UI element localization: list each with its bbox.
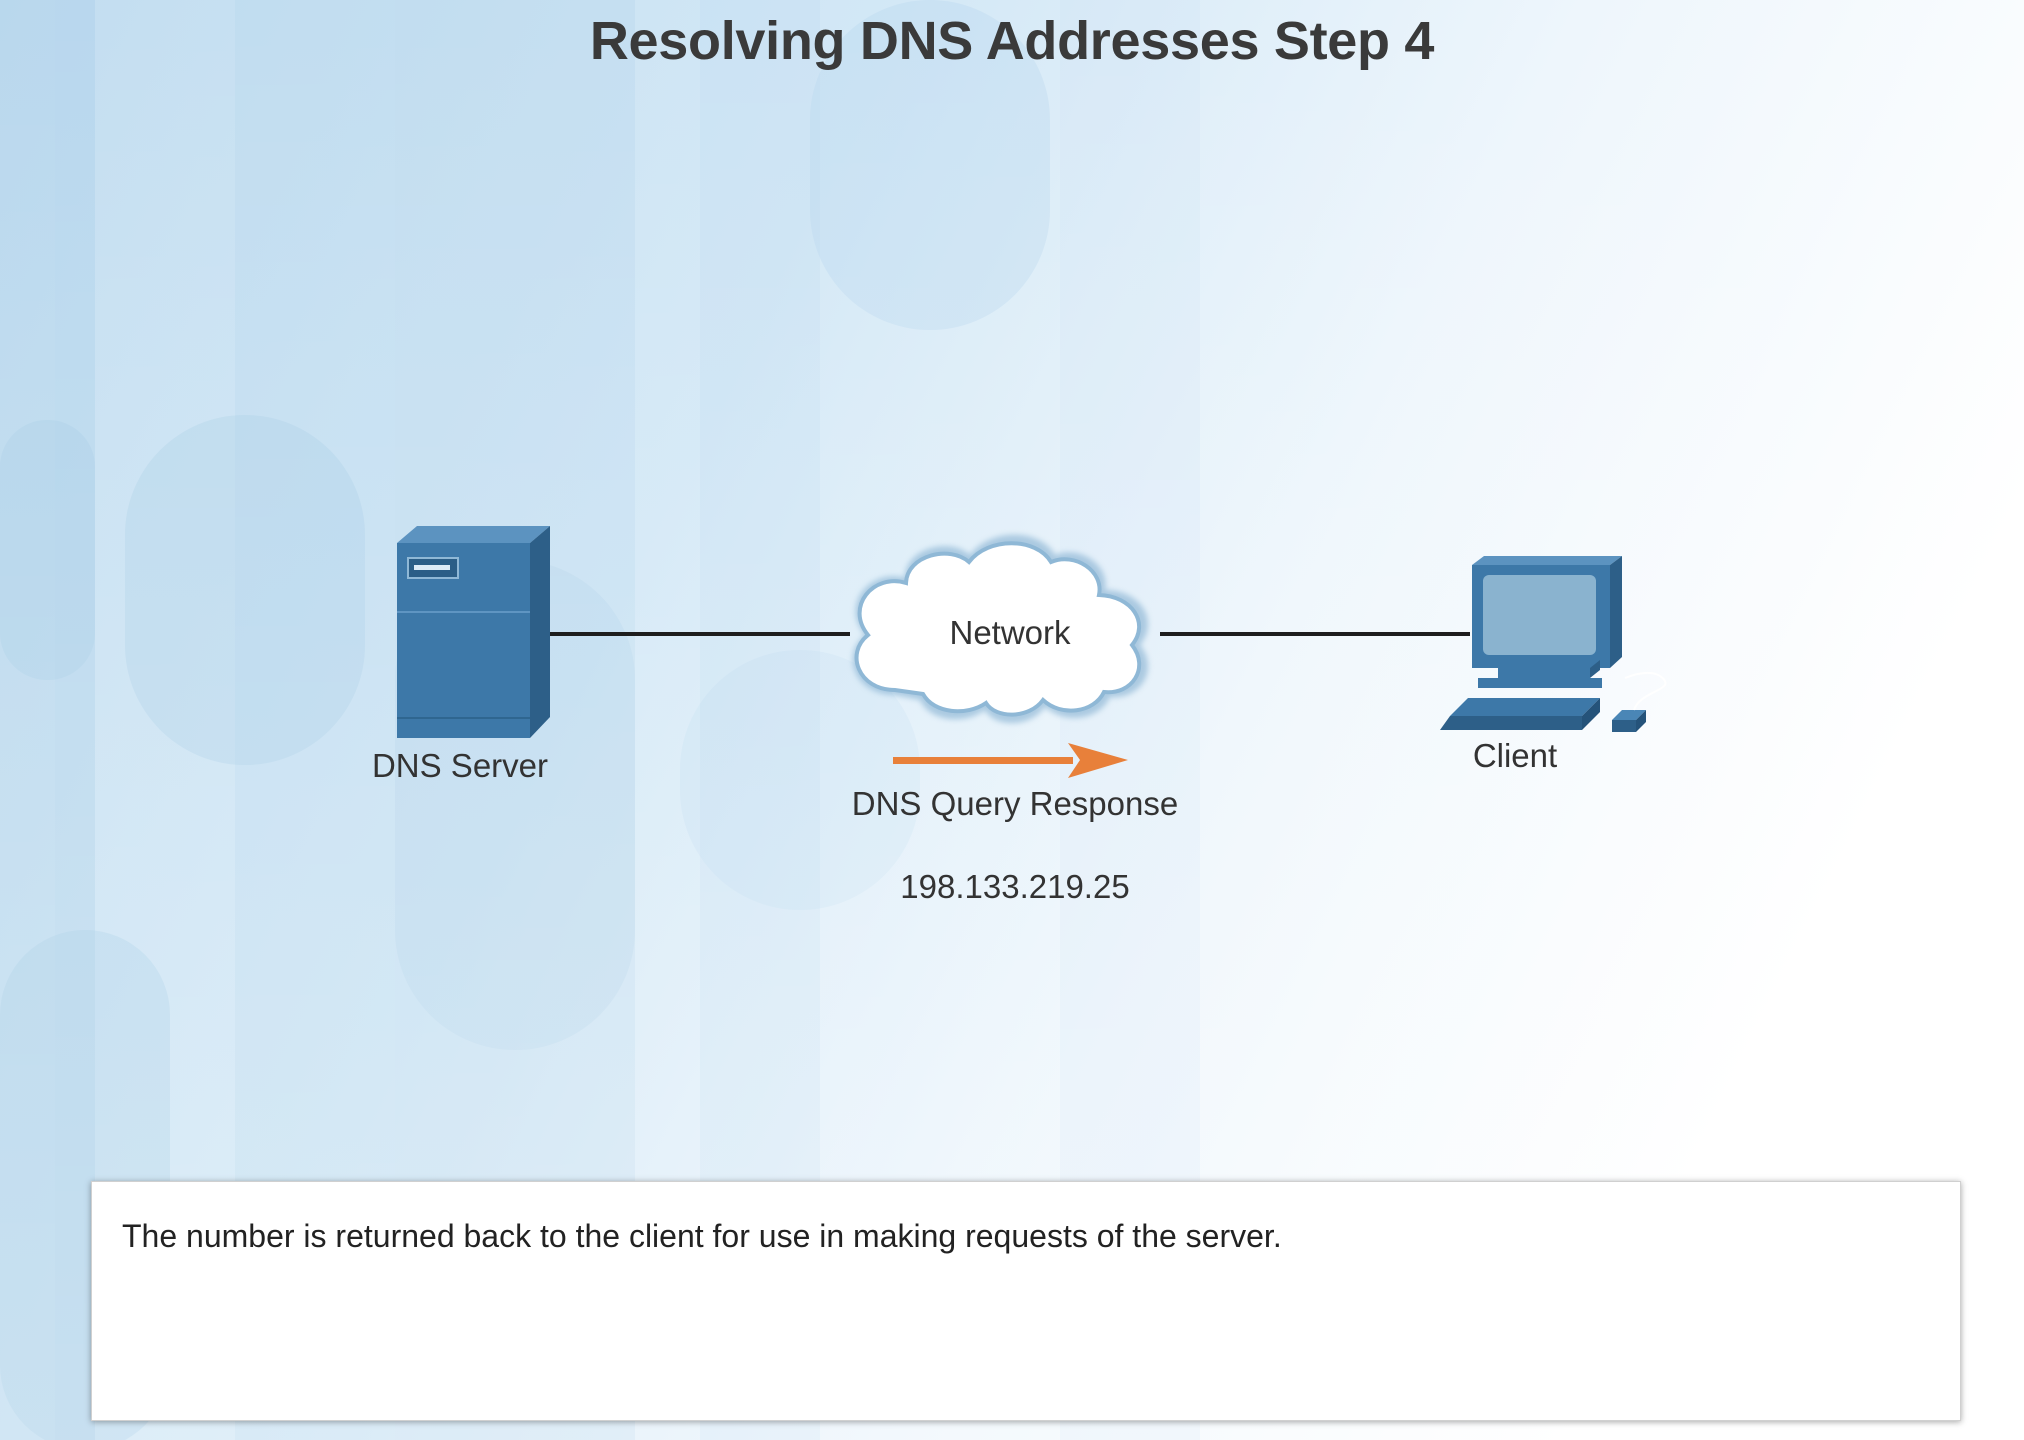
dns-query-response-label: DNS Query Response: [851, 785, 1179, 822]
desktop-computer-icon: [1440, 556, 1667, 732]
dns-server-label: DNS Server: [371, 747, 549, 784]
network-diagram: [397, 526, 1667, 778]
description-box: The number is returned back to the clien…: [91, 1181, 1961, 1421]
ip-address-label: 198.133.219.25: [900, 868, 1130, 905]
network-label: Network: [949, 614, 1071, 651]
description-text: The number is returned back to the clien…: [122, 1218, 1282, 1254]
server-icon: [397, 526, 550, 738]
client-label: Client: [1472, 737, 1558, 774]
arrow-right-icon: [893, 743, 1128, 778]
